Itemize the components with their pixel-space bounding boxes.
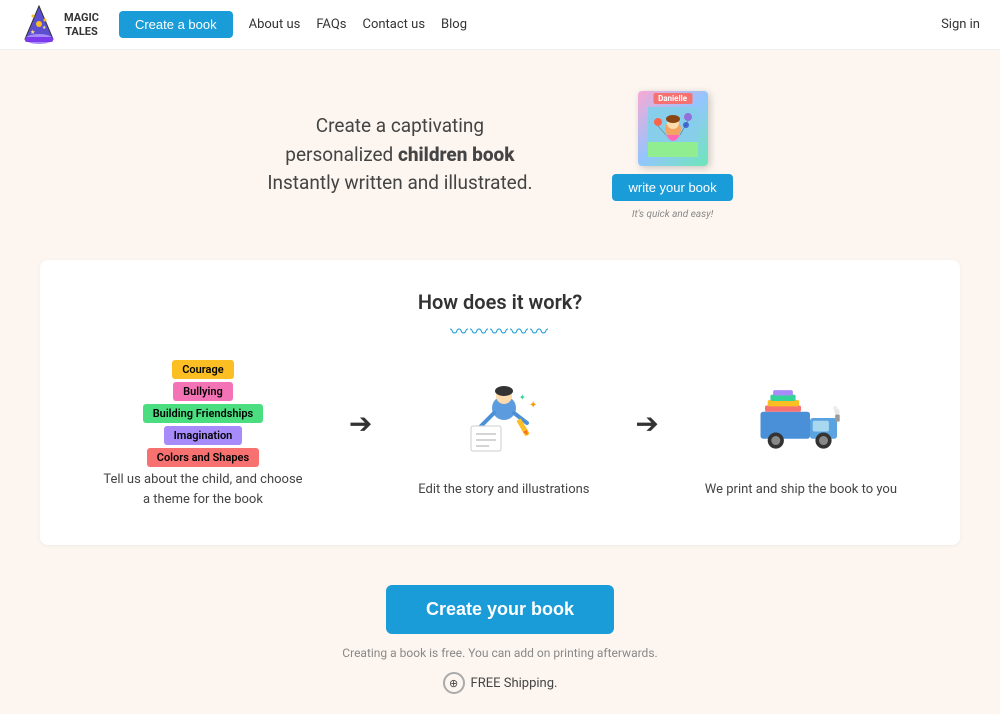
tag-colors-shapes: Colors and Shapes (147, 448, 259, 467)
create-book-button[interactable]: Create your book (386, 585, 614, 634)
hero-text: Create a captivating personalized childr… (267, 112, 532, 198)
writer-illustration: ✦ ✦ (459, 378, 549, 468)
shipping-label: FREE Shipping. (471, 676, 558, 691)
svg-text:★: ★ (42, 25, 47, 31)
step-3: We print and ship the book to you (705, 378, 897, 500)
shipping-icon: ⊕ (443, 672, 465, 694)
cta-section: Create your book Creating a book is free… (0, 545, 1000, 714)
hero-line3: Instantly written and illustrated. (267, 169, 532, 198)
logo: ★ ★ MAGIC TALES (20, 4, 99, 46)
tag-building-friendships: Building Friendships (143, 404, 264, 423)
nav-faqs-link[interactable]: FAQs (316, 17, 346, 32)
nav-links: Create a book About us FAQs Contact us B… (119, 11, 941, 38)
navbar: ★ ★ MAGIC TALES Create a book About us F… (0, 0, 1000, 50)
squiggle-decoration: 〰〰〰〰〰 (80, 318, 920, 344)
quick-easy-text: It's quick and easy! (632, 209, 713, 220)
svg-text:★: ★ (30, 29, 35, 36)
nav-about-link[interactable]: About us (249, 17, 301, 32)
arrow-1: ➔ (349, 407, 372, 440)
truck-illustration (756, 388, 846, 458)
book-cover: Danielle (638, 91, 708, 166)
steps-container: Courage Bullying Building Friendships Im… (80, 368, 920, 509)
svg-text:✦: ✦ (529, 400, 537, 411)
nav-create-book-button[interactable]: Create a book (119, 11, 233, 38)
nav-blog-link[interactable]: Blog (441, 17, 467, 32)
tag-bullying: Bullying (173, 382, 233, 401)
hero-bold: children book (398, 143, 515, 166)
hero-section: Create a captivating personalized childr… (0, 50, 1000, 260)
tags-stack: Courage Bullying Building Friendships Im… (143, 360, 264, 467)
sign-in-link[interactable]: Sign in (941, 17, 980, 32)
hero-book: Danielle (612, 91, 732, 220)
how-title: How does it work? (80, 290, 920, 314)
cta-subtext: Creating a book is free. You can add on … (342, 646, 657, 660)
step-2-icon: ✦ ✦ (459, 378, 549, 468)
write-book-button[interactable]: write your book (612, 174, 732, 201)
book-name-tag: Danielle (653, 93, 692, 104)
nav-contact-link[interactable]: Contact us (363, 17, 426, 32)
step-1-icon: Courage Bullying Building Friendships Im… (143, 368, 264, 458)
step-3-text: We print and ship the book to you (705, 480, 897, 500)
tag-courage: Courage (172, 360, 233, 379)
step-1: Courage Bullying Building Friendships Im… (103, 368, 303, 509)
hero-line2: personalized children book (267, 141, 532, 170)
how-section: How does it work? 〰〰〰〰〰 Courage Bullying… (40, 260, 960, 545)
tag-imagination: Imagination (164, 426, 243, 445)
logo-text: MAGIC TALES (64, 11, 99, 37)
free-shipping: ⊕ FREE Shipping. (443, 672, 558, 694)
logo-icon: ★ ★ (20, 4, 58, 46)
hero-line1: Create a captivating (267, 112, 532, 141)
step-2-text: Edit the story and illustrations (418, 480, 589, 500)
step-1-text: Tell us about the child, and choose a th… (103, 470, 303, 509)
arrow-2: ➔ (635, 407, 658, 440)
step-2: ✦ ✦ Edit the story and illustrations (418, 378, 589, 500)
step-3-icon (756, 378, 846, 468)
svg-text:✦: ✦ (519, 393, 526, 402)
book-character-illustration (648, 107, 698, 157)
